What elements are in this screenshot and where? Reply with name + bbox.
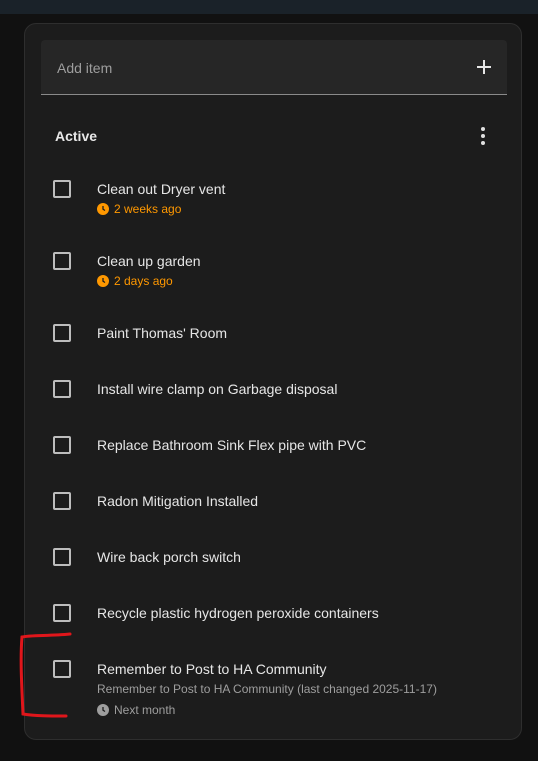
todo-checkbox[interactable] xyxy=(53,436,71,454)
todo-item-label: Wire back porch switch xyxy=(97,549,241,565)
todo-item-label: Clean up garden xyxy=(97,253,201,269)
todo-checkbox[interactable] xyxy=(53,660,71,678)
todo-item-label: Radon Mitigation Installed xyxy=(97,493,259,509)
todo-checkbox[interactable] xyxy=(53,380,71,398)
more-vertical-icon[interactable] xyxy=(473,126,493,146)
todo-checkbox[interactable] xyxy=(53,548,71,566)
clock-icon xyxy=(97,203,109,215)
top-bar xyxy=(0,0,538,14)
todo-item-label: Replace Bathroom Sink Flex pipe with PVC xyxy=(97,437,367,453)
todo-item-label: Paint Thomas' Room xyxy=(97,325,228,341)
plus-icon[interactable] xyxy=(475,58,493,76)
due-date: Next month xyxy=(97,703,175,717)
add-item-field[interactable]: Add item xyxy=(41,40,507,95)
todo-item-label: Remember to Post to HA Community xyxy=(97,661,327,677)
due-date: 2 days ago xyxy=(97,274,173,288)
todo-checkbox[interactable] xyxy=(53,492,71,510)
due-date-text: 2 weeks ago xyxy=(114,202,182,216)
todo-checkbox[interactable] xyxy=(53,324,71,342)
todo-item-label: Install wire clamp on Garbage disposal xyxy=(97,381,338,397)
due-date-text: Next month xyxy=(114,703,176,717)
todo-item-description: Remember to Post to HA Community (last c… xyxy=(97,682,437,696)
due-date: 2 weeks ago xyxy=(97,202,181,216)
todo-checkbox[interactable] xyxy=(53,604,71,622)
clock-icon xyxy=(97,704,109,716)
clock-icon xyxy=(97,275,109,287)
section-title: Active xyxy=(55,128,98,144)
todo-item-label: Clean out Dryer vent xyxy=(97,181,226,197)
todo-item-label: Recycle plastic hydrogen peroxide contai… xyxy=(97,605,379,621)
todo-checkbox[interactable] xyxy=(53,252,71,270)
due-date-text: 2 days ago xyxy=(114,274,173,288)
todo-checkbox[interactable] xyxy=(53,180,71,198)
add-item-placeholder: Add item xyxy=(57,60,113,76)
